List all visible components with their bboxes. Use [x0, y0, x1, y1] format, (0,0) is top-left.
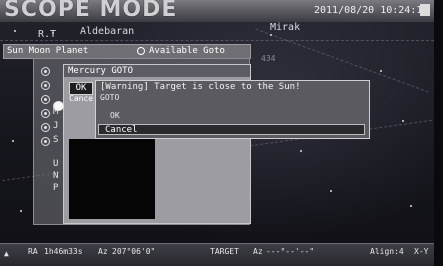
list-item-letter: U	[53, 159, 59, 169]
ra-value: 1h46m33s	[44, 247, 83, 256]
target-preview	[69, 139, 155, 219]
radio-option[interactable]	[41, 137, 50, 146]
screen-bezel	[434, 0, 443, 266]
star-label: Mirak	[270, 22, 301, 33]
warning-dialog: [Warning] Target is close to the Sun! GO…	[95, 80, 370, 139]
sky-grid-line	[0, 40, 434, 41]
star	[300, 150, 302, 152]
star	[380, 70, 382, 72]
radio-option[interactable]	[41, 109, 50, 118]
datetime-readout: 2011/08/20 10:24:15	[314, 5, 429, 16]
warning-subtitle: GOTO	[100, 93, 120, 102]
list-item-letter: P	[53, 183, 59, 193]
page-title: SCOPE MODE	[4, 0, 178, 22]
warning-message: [Warning] Target is close to the Sun!	[100, 82, 301, 92]
target-az-label: Az	[253, 247, 263, 256]
scope-screen: SCOPE MODE 2011/08/20 10:24:15 R.T Aldeb…	[0, 0, 443, 266]
ra-label: RA	[28, 247, 38, 256]
az-value: 207°06'0"	[112, 247, 156, 256]
star-label: Aldebaran	[80, 26, 135, 37]
tab-sun-moon-planet[interactable]: Sun Moon Planet	[7, 45, 88, 58]
list-item-letter: J	[53, 121, 59, 131]
star	[330, 190, 332, 192]
battery-icon	[420, 4, 430, 16]
sky-tag: 434	[261, 54, 276, 63]
star	[270, 34, 272, 36]
warning-cancel-button[interactable]: Cancel	[98, 124, 365, 135]
radio-option[interactable]	[41, 67, 50, 76]
scope-icon: ▲	[4, 249, 9, 258]
star	[402, 120, 404, 122]
az-label: Az	[98, 247, 108, 256]
list-item-letter: N	[53, 171, 59, 181]
object-category-tabs[interactable]: Sun Moon Planet Available Goto	[3, 44, 251, 59]
goto-panel-title: Mercury GOTO	[64, 65, 250, 77]
planet-image	[53, 101, 64, 111]
xy-status: X-Y	[414, 247, 429, 256]
tab-available-goto[interactable]: Available Goto	[149, 45, 225, 58]
star	[12, 140, 14, 142]
goto-cancel-button[interactable]: Cancel	[69, 94, 93, 103]
warning-ok-button[interactable]: OK	[110, 111, 120, 121]
target-az-value: ---°--'--"	[266, 247, 315, 256]
star	[14, 30, 16, 32]
list-item-letter: S	[53, 135, 59, 145]
star	[20, 210, 22, 212]
radio-option[interactable]	[41, 123, 50, 132]
radio-option[interactable]	[41, 95, 50, 104]
align-status: Align:4	[370, 247, 404, 256]
goto-circle-icon	[137, 47, 145, 55]
star-label: R.T	[38, 29, 57, 40]
star	[410, 205, 412, 207]
title-bar: SCOPE MODE 2011/08/20 10:24:15	[0, 0, 434, 22]
target-label: TARGET	[210, 247, 239, 256]
status-bar: ▲ RA 1h46m33s Az 207°06'0" TARGET Az ---…	[0, 243, 434, 266]
radio-option[interactable]	[41, 81, 50, 90]
